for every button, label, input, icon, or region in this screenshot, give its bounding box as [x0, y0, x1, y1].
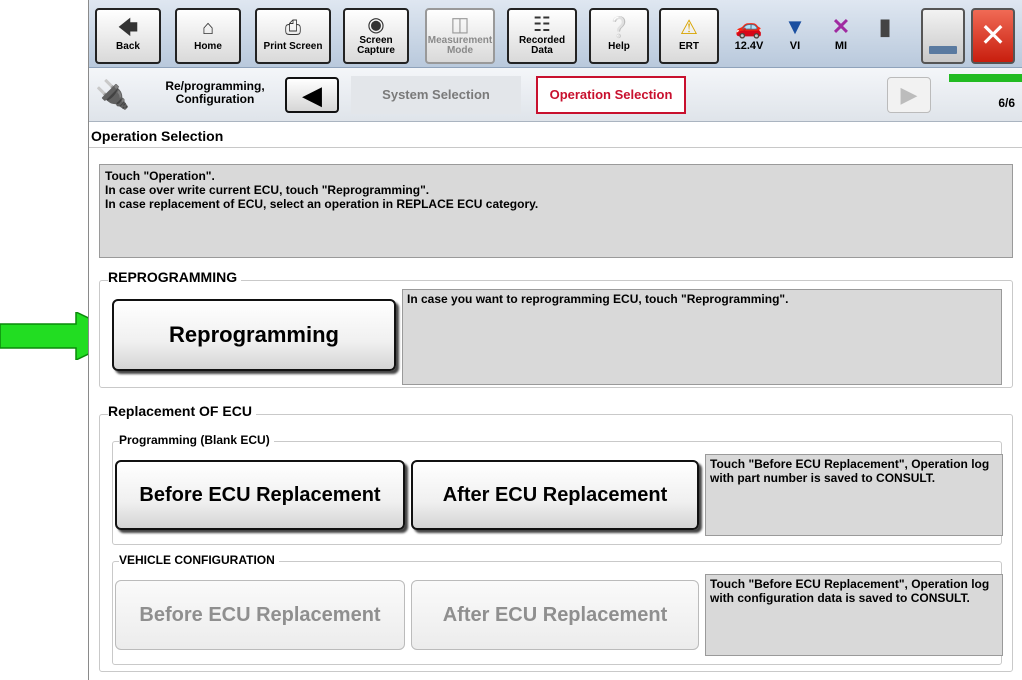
camera-icon: ◉ — [367, 14, 385, 36]
reprogramming-group-title: REPROGRAMMING — [108, 269, 242, 285]
breadcrumb: 🔌 Re/programming, Configuration ◀ System… — [89, 68, 1022, 122]
ert-button[interactable]: ⚠ ERT — [659, 8, 719, 64]
left-arrow-icon: 🡄 — [117, 17, 139, 39]
minimize-icon — [929, 46, 957, 54]
before-ecu-replacement-button[interactable]: Before ECU Replacement — [115, 460, 405, 530]
programming-blank-ecu-group: Programming (Blank ECU) Before ECU Repla… — [112, 433, 1003, 545]
breadcrumb-back-button[interactable]: ◀ — [285, 77, 339, 113]
instructions-panel: Touch "Operation". In case over write cu… — [99, 164, 1013, 258]
mi-status: ✕ MI — [827, 14, 855, 52]
breadcrumb-operation-selection: Operation Selection — [536, 76, 686, 114]
programming-description: Touch "Before ECU Replacement", Operatio… — [705, 454, 1003, 536]
home-icon: ⌂ — [201, 17, 215, 39]
config-before-ecu-replacement-button[interactable]: Before ECU Replacement — [115, 580, 405, 650]
after-ecu-replacement-button[interactable]: After ECU Replacement — [411, 460, 699, 530]
triangle-left-icon: ◀ — [302, 80, 322, 110]
back-button[interactable]: 🡄 Back — [95, 8, 161, 64]
battery-icon: ▮ — [878, 14, 892, 39]
replacement-ecu-group: Replacement OF ECU Programming (Blank EC… — [99, 403, 1013, 672]
print-screen-button[interactable]: ⎙ Print Screen — [255, 8, 331, 64]
warning-icon: ⚠ — [680, 17, 698, 39]
vi-signal-icon: ▼ — [784, 14, 806, 39]
toolbar: 🡄 Back ⌂ Home ⎙ Print Screen ◉ Screen Ca… — [89, 0, 1022, 68]
recorded-data-icon: ☷ — [533, 14, 551, 36]
car-battery-icon: 🚗 — [735, 14, 763, 39]
reprogramming-description: In case you want to reprogramming ECU, t… — [402, 289, 1002, 385]
help-icon: ❔ — [606, 17, 632, 39]
reprogramming-button[interactable]: Reprogramming — [112, 299, 396, 371]
programming-group-title: Programming (Blank ECU) — [119, 433, 274, 447]
progress-bar — [949, 74, 1022, 82]
recorded-data-button[interactable]: ☷ Recorded Data — [507, 8, 577, 64]
close-button[interactable]: ✕ — [971, 8, 1015, 64]
instruction-line: Touch "Operation". — [105, 169, 215, 183]
instruction-line: In case over write current ECU, touch "R… — [105, 183, 430, 197]
screen-capture-button[interactable]: ◉ Screen Capture — [343, 8, 409, 64]
measurement-mode-button[interactable]: ◫ Measurement Mode — [425, 8, 495, 64]
battery-indicator: ▮ — [871, 14, 899, 40]
progress-indicator: 6/6 — [949, 74, 1022, 118]
page-title: Operation Selection — [89, 124, 1022, 148]
mi-x-icon: ✕ — [831, 14, 851, 39]
app-window: 🡄 Back ⌂ Home ⎙ Print Screen ◉ Screen Ca… — [88, 0, 1022, 680]
vehicle-configuration-group: VEHICLE CONFIGURATION Before ECU Replace… — [112, 553, 1003, 665]
home-button[interactable]: ⌂ Home — [175, 8, 241, 64]
breadcrumb-app[interactable]: 🔌 Re/programming, Configuration — [95, 74, 275, 116]
progress-text: 6/6 — [998, 96, 1015, 110]
battery-status: 🚗 12.4V — [729, 14, 769, 52]
breadcrumb-system-selection[interactable]: System Selection — [351, 76, 521, 114]
close-icon: ✕ — [979, 17, 1007, 53]
config-after-ecu-replacement-button[interactable]: After ECU Replacement — [411, 580, 699, 650]
vi-status: ▼ VI — [781, 14, 809, 52]
breadcrumb-next-button[interactable]: ▶ — [887, 77, 931, 113]
measurement-icon: ◫ — [450, 14, 470, 36]
instruction-line: In case replacement of ECU, select an op… — [105, 197, 539, 211]
printer-icon: ⎙ — [285, 17, 301, 39]
vehicle-configuration-description: Touch "Before ECU Replacement", Operatio… — [705, 574, 1003, 656]
replacement-group-title: Replacement OF ECU — [108, 403, 256, 419]
minimize-button[interactable] — [921, 8, 965, 64]
help-button[interactable]: ❔ Help — [589, 8, 649, 64]
reprogramming-group: REPROGRAMMING Reprogramming In case you … — [99, 269, 1013, 388]
triangle-right-icon: ▶ — [900, 82, 918, 107]
vehicle-configuration-group-title: VEHICLE CONFIGURATION — [119, 553, 279, 567]
reprogramming-icon: 🔌 — [95, 79, 130, 110]
